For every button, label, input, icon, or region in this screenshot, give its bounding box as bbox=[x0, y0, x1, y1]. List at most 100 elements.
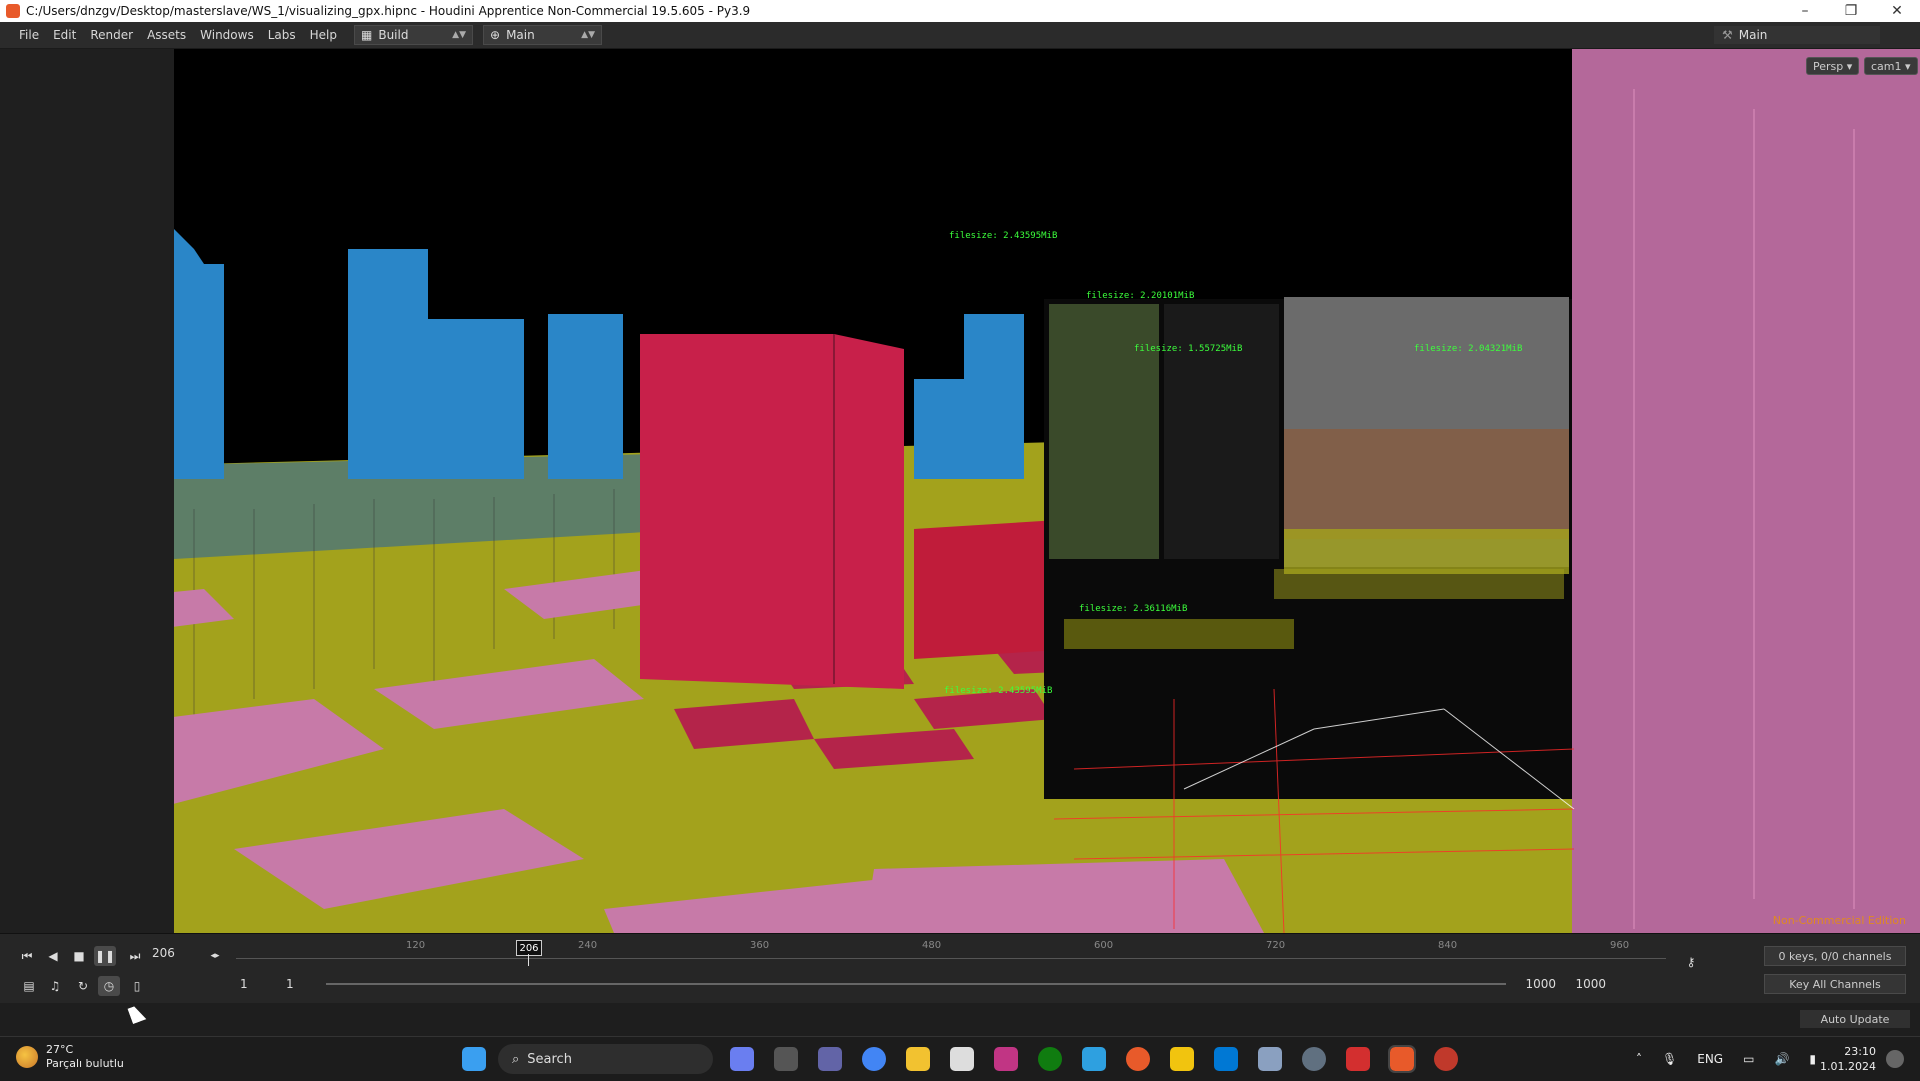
houdini-active-icon[interactable] bbox=[1388, 1045, 1416, 1073]
scene-viewport[interactable]: filesize: 2.43595MiB filesize: 2.20101Mi… bbox=[174, 49, 1920, 933]
photo-thumb-1 bbox=[1049, 304, 1159, 559]
network-icon[interactable]: ▭ bbox=[1743, 1052, 1754, 1066]
non-commercial-watermark: Non-Commercial Edition bbox=[1772, 914, 1906, 927]
range-end2-field[interactable]: 1000 bbox=[1575, 977, 1606, 991]
pink-panel bbox=[1572, 49, 1920, 933]
desktop-selector[interactable]: ▦ Build ▲▼ bbox=[354, 25, 473, 45]
copilot-icon[interactable] bbox=[730, 1047, 754, 1071]
chrome-icon[interactable] bbox=[862, 1047, 886, 1071]
desktop-icon: ▦ bbox=[361, 28, 373, 42]
menu-file[interactable]: File bbox=[12, 28, 46, 42]
tick-label: 600 bbox=[1094, 940, 1114, 951]
teams-icon[interactable] bbox=[818, 1047, 842, 1071]
audio-icon[interactable]: ♫ bbox=[44, 976, 66, 996]
range-start-field[interactable]: 1 bbox=[240, 977, 248, 991]
first-frame-button[interactable]: ⏮ bbox=[16, 946, 38, 966]
menu-assets[interactable]: Assets bbox=[140, 28, 193, 42]
vscode-icon[interactable] bbox=[1214, 1047, 1238, 1071]
red-building bbox=[640, 334, 904, 689]
weather-description: Parçalı bulutlu bbox=[46, 1057, 124, 1070]
loop-icon[interactable]: ↻ bbox=[72, 976, 94, 996]
pdf-reader-icon[interactable] bbox=[1346, 1047, 1370, 1071]
realtime-toggle-icon[interactable]: ▤ bbox=[18, 976, 40, 996]
title-bar: C:/Users/dnzgv/Desktop/masterslave/WS_1/… bbox=[0, 0, 1920, 22]
menu-bar: File Edit Render Assets Windows Labs Hel… bbox=[0, 22, 1920, 49]
filesize-label: filesize: 2.43595MiB bbox=[944, 686, 1053, 696]
range-start2-field[interactable]: 1 bbox=[286, 977, 294, 991]
frame-range: 1 1 1000 1000 bbox=[236, 974, 1676, 994]
range-end-field[interactable]: 1000 bbox=[1525, 977, 1556, 991]
target-icon: ⊕ bbox=[490, 28, 501, 42]
tick-label: 720 bbox=[1266, 940, 1286, 951]
key-icon[interactable]: ⚷ bbox=[1680, 952, 1702, 972]
volume-icon[interactable]: 🔊 bbox=[1774, 1052, 1789, 1066]
xbox-icon[interactable] bbox=[1038, 1047, 1062, 1071]
notepad-icon[interactable] bbox=[1082, 1047, 1106, 1071]
current-frame-marker[interactable]: 206 bbox=[516, 940, 542, 956]
filesize-label: filesize: 2.43595MiB bbox=[949, 231, 1058, 241]
menu-labs[interactable]: Labs bbox=[261, 28, 303, 42]
step-arrows-icon[interactable]: ◂▸ bbox=[204, 946, 226, 966]
microphone-icon[interactable]: 🎙 bbox=[1662, 1052, 1677, 1066]
menu-edit[interactable]: Edit bbox=[46, 28, 83, 42]
settings-icon[interactable] bbox=[1302, 1047, 1326, 1071]
instagram-icon[interactable] bbox=[994, 1047, 1018, 1071]
search-label: Search bbox=[527, 1051, 572, 1067]
status-strip bbox=[0, 1003, 1920, 1036]
clock-icon[interactable]: ◷ bbox=[98, 976, 120, 996]
windows-start-icon[interactable] bbox=[462, 1047, 486, 1071]
chevron-up-icon[interactable]: ˄ bbox=[1636, 1052, 1642, 1066]
persp-menu[interactable]: Persp ▾ bbox=[1806, 57, 1860, 75]
temperature: 27°C bbox=[46, 1043, 74, 1056]
notification-bell-icon[interactable] bbox=[1886, 1050, 1904, 1068]
tick-label: 480 bbox=[922, 940, 942, 951]
task-view-icon[interactable] bbox=[774, 1047, 798, 1071]
close-button[interactable]: ✕ bbox=[1874, 0, 1920, 22]
houdini-icon[interactable] bbox=[1126, 1047, 1150, 1071]
last-frame-button[interactable]: ⏭ bbox=[124, 946, 146, 966]
battery-icon[interactable]: ▮ bbox=[1809, 1052, 1816, 1066]
range-icon[interactable]: ▯ bbox=[126, 976, 148, 996]
system-tray: ˄ 🎙 ENG ▭ 🔊 ▮ bbox=[1636, 1037, 1816, 1081]
right-desktop-label: Main bbox=[1738, 28, 1768, 42]
weather-icon bbox=[16, 1046, 38, 1068]
left-panel bbox=[0, 49, 174, 933]
taskbar-clock[interactable]: 23:10 1.01.2024 bbox=[1820, 1044, 1876, 1074]
windows-taskbar: 27°C Parçalı bulutlu ⌕ Search ˄ 🎙 ENG ▭ … bbox=[0, 1036, 1920, 1081]
maximize-button[interactable]: ❐ bbox=[1828, 0, 1874, 22]
filesize-label: filesize: 2.36116MiB bbox=[1079, 604, 1188, 614]
range-slider[interactable] bbox=[326, 983, 1506, 985]
minimize-button[interactable]: – bbox=[1782, 0, 1828, 22]
tool-app-icon[interactable] bbox=[1434, 1047, 1458, 1071]
clock-date: 1.01.2024 bbox=[1820, 1060, 1876, 1073]
chevron-updown-icon: ▲▼ bbox=[581, 30, 595, 40]
weather-widget[interactable]: 27°C Parçalı bulutlu bbox=[16, 1043, 124, 1071]
menu-help[interactable]: Help bbox=[303, 28, 344, 42]
taskbar-search[interactable]: ⌕ Search bbox=[498, 1044, 713, 1074]
stop-button[interactable]: ■ bbox=[68, 946, 90, 966]
git-icon[interactable] bbox=[1170, 1047, 1194, 1071]
context-label: Main bbox=[506, 28, 535, 42]
tick-label: 840 bbox=[1438, 940, 1458, 951]
current-frame-field[interactable]: 206 bbox=[152, 944, 204, 962]
photo-thumb-2 bbox=[1164, 304, 1279, 559]
auto-update-button[interactable]: Auto Update bbox=[1800, 1010, 1910, 1028]
tick-label: 240 bbox=[578, 940, 598, 951]
context-selector[interactable]: ⊕ Main ▲▼ bbox=[483, 25, 602, 45]
clock-time: 23:10 bbox=[1844, 1045, 1876, 1058]
camera-menu[interactable]: cam1 ▾ bbox=[1864, 57, 1918, 75]
right-desktop-selector[interactable]: ⚒ Main bbox=[1714, 26, 1880, 44]
step-back-button[interactable]: ◀ bbox=[42, 946, 64, 966]
menu-render[interactable]: Render bbox=[83, 28, 140, 42]
pause-button[interactable]: ❚❚ bbox=[94, 946, 116, 966]
remote-desktop-icon[interactable] bbox=[1258, 1047, 1282, 1071]
file-explorer-icon[interactable] bbox=[906, 1047, 930, 1071]
inkscape-icon[interactable] bbox=[950, 1047, 974, 1071]
language-indicator[interactable]: ENG bbox=[1697, 1052, 1723, 1066]
filesize-label: filesize: 1.55725MiB bbox=[1134, 344, 1243, 354]
tick-label: 120 bbox=[406, 940, 426, 951]
tick-label: 360 bbox=[750, 940, 770, 951]
timeline[interactable]: 120 240 360 480 600 720 840 960 206 bbox=[236, 940, 1666, 966]
menu-windows[interactable]: Windows bbox=[193, 28, 261, 42]
key-all-channels-button[interactable]: Key All Channels bbox=[1764, 974, 1906, 994]
